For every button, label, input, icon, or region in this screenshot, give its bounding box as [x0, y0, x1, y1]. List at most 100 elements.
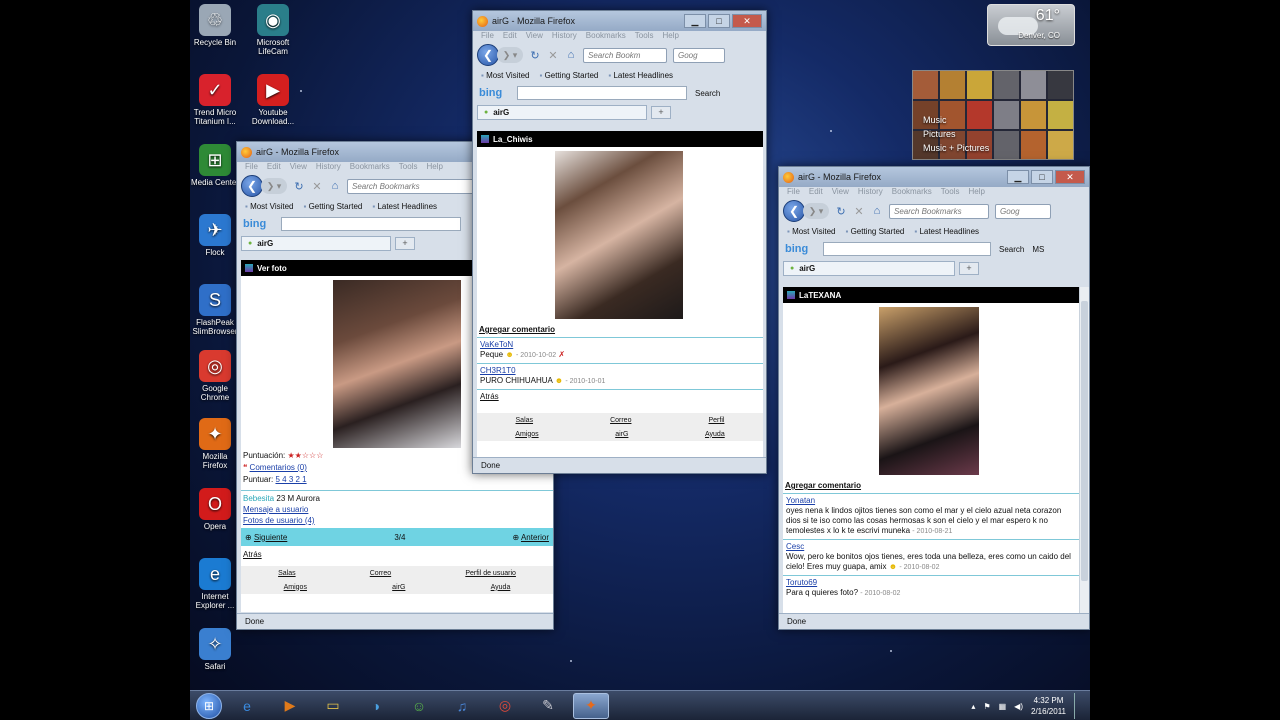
media-center-gadget[interactable]: Music Pictures Music + Pictures	[912, 70, 1074, 160]
google-search-input[interactable]: Goog	[995, 203, 1051, 219]
back-button[interactable]: ❮	[477, 44, 499, 66]
volume-icon[interactable]: ◀)	[1014, 702, 1023, 711]
bookmark-getting-started[interactable]: Getting Started	[846, 227, 905, 236]
back-link[interactable]: Atrás	[480, 392, 499, 401]
maximize-button[interactable]: □	[708, 14, 730, 28]
bookmark-most-visited[interactable]: Most Visited	[787, 227, 835, 236]
forward-button[interactable]: ❯ ▾	[261, 178, 287, 194]
close-button[interactable]: ✕	[732, 14, 762, 28]
user-photo[interactable]	[555, 151, 683, 319]
bing-search-button[interactable]: Search	[695, 89, 720, 98]
back-button[interactable]: ❮	[241, 175, 263, 197]
menu-view[interactable]: View	[832, 187, 849, 199]
footer-amigos[interactable]: Amigos	[284, 584, 307, 591]
stop-icon[interactable]: ✕	[853, 205, 865, 218]
menu-help[interactable]: Help	[426, 162, 442, 174]
new-tab-button[interactable]: +	[651, 105, 671, 119]
user-photo[interactable]	[333, 280, 461, 448]
bing-search-input[interactable]	[517, 86, 687, 100]
menu-bookmarks[interactable]: Bookmarks	[892, 187, 932, 199]
footer-salas[interactable]: Salas	[516, 417, 534, 424]
comments-link[interactable]: Comentarios (0)	[250, 463, 307, 472]
menu-tools[interactable]: Tools	[399, 162, 418, 174]
home-icon[interactable]: ⌂	[871, 205, 883, 217]
paint-icon[interactable]: ✎	[530, 693, 566, 719]
footer-correo[interactable]: Correo	[370, 570, 391, 577]
menu-help[interactable]: Help	[662, 31, 678, 43]
desktop-icon[interactable]: ✦ Mozilla Firefox	[190, 418, 240, 470]
footer-amigos[interactable]: Amigos	[515, 431, 538, 438]
maximize-button[interactable]: □	[1031, 170, 1053, 184]
menu-bookmarks[interactable]: Bookmarks	[586, 31, 626, 43]
menu-edit[interactable]: Edit	[267, 162, 281, 174]
menu-file[interactable]: File	[787, 187, 800, 199]
media-player-icon[interactable]: ▶	[272, 693, 308, 719]
add-comment-link[interactable]: Agregar comentario	[785, 481, 861, 490]
chrome-icon[interactable]: ◎	[487, 693, 523, 719]
bookmark-getting-started[interactable]: Getting Started	[540, 71, 599, 80]
footer-salas[interactable]: Salas	[278, 570, 296, 577]
menu-tools[interactable]: Tools	[941, 187, 960, 199]
desktop-icon[interactable]: ✈ Flock	[190, 214, 240, 257]
menu-history[interactable]: History	[316, 162, 341, 174]
title-bar[interactable]: airG - Mozilla Firefox ▁ □ ✕	[473, 11, 766, 31]
forward-button[interactable]: ❯ ▾	[497, 47, 523, 63]
stop-icon[interactable]: ✕	[311, 180, 323, 193]
tab-airg[interactable]: airG	[783, 260, 955, 276]
desktop-icon[interactable]: e Internet Explorer ...	[190, 558, 240, 610]
show-hidden-icons[interactable]: ▴	[971, 702, 975, 711]
menu-file[interactable]: File	[245, 162, 258, 174]
start-button[interactable]: ⊞	[196, 692, 222, 719]
add-comment-link[interactable]: Agregar comentario	[479, 325, 555, 334]
back-link[interactable]: Atrás	[243, 550, 262, 559]
menu-view[interactable]: View	[290, 162, 307, 174]
reload-icon[interactable]: ↻	[529, 49, 541, 62]
desktop-icon[interactable]: O Opera	[190, 488, 240, 531]
bookmark-latest-headlines[interactable]: Latest Headlines	[608, 71, 673, 80]
bing-search-button[interactable]: Search	[999, 245, 1024, 254]
bookmark-getting-started[interactable]: Getting Started	[304, 202, 363, 211]
reload-icon[interactable]: ↻	[293, 180, 305, 193]
next-link[interactable]: Siguiente	[254, 533, 287, 542]
close-button[interactable]: ✕	[1055, 170, 1085, 184]
msn-label[interactable]: MS	[1032, 245, 1044, 254]
new-tab-button[interactable]: +	[395, 236, 415, 250]
home-icon[interactable]: ⌂	[565, 49, 577, 61]
bookmark-most-visited[interactable]: Most Visited	[245, 202, 293, 211]
title-bar[interactable]: airG - Mozilla Firefox ▁ □ ✕	[779, 167, 1089, 187]
user-photo[interactable]	[879, 307, 979, 475]
firefox-window-middle[interactable]: airG - Mozilla Firefox ▁ □ ✕ File Edit V…	[472, 10, 767, 474]
gadget-pictures[interactable]: Pictures	[923, 127, 989, 141]
gadget-music-pictures[interactable]: Music + Pictures	[923, 141, 989, 155]
bookmark-search-input[interactable]: Search Bookmarks	[347, 178, 487, 194]
back-button[interactable]: ❮	[783, 200, 805, 222]
people-icon[interactable]: ☺	[401, 693, 437, 719]
footer-airg[interactable]: airG	[392, 584, 405, 591]
firefox-icon[interactable]: ✦	[573, 692, 609, 719]
reload-icon[interactable]: ↻	[835, 205, 847, 218]
desktop-icon[interactable]: ⊞ Media Center	[190, 144, 240, 187]
comment-user[interactable]: CH3R1T0	[480, 366, 760, 376]
itunes-icon[interactable]: ♫	[444, 693, 480, 719]
google-search-input[interactable]: Goog	[673, 47, 725, 63]
desktop-icon[interactable]: S FlashPeak SlimBrowser	[190, 284, 240, 336]
tab-airg[interactable]: airG	[241, 235, 391, 251]
network-icon[interactable]: ▦	[999, 702, 1007, 711]
menu-bookmarks[interactable]: Bookmarks	[350, 162, 390, 174]
explorer-icon[interactable]: ▭	[315, 693, 351, 719]
footer-perfil[interactable]: Perfil	[709, 417, 725, 424]
scrollbar[interactable]	[1079, 287, 1089, 613]
rate-links[interactable]: 5 4 3 2 1	[275, 475, 306, 484]
menu-edit[interactable]: Edit	[809, 187, 823, 199]
menu-tools[interactable]: Tools	[635, 31, 654, 43]
weather-gadget[interactable]: 61° Denver, CO	[987, 4, 1075, 46]
footer-ayuda[interactable]: Ayuda	[705, 431, 725, 438]
comment-user[interactable]: Yonatan	[786, 496, 1076, 506]
menu-edit[interactable]: Edit	[503, 31, 517, 43]
desktop-icon[interactable]: ✧ Safari	[190, 628, 240, 671]
gadget-music[interactable]: Music	[923, 113, 989, 127]
clock[interactable]: 4:32 PM 2/16/2011	[1031, 695, 1066, 717]
desktop-icon[interactable]: ▶ Youtube Download...	[248, 74, 298, 126]
bookmark-latest-headlines[interactable]: Latest Headlines	[372, 202, 437, 211]
menu-view[interactable]: View	[526, 31, 543, 43]
